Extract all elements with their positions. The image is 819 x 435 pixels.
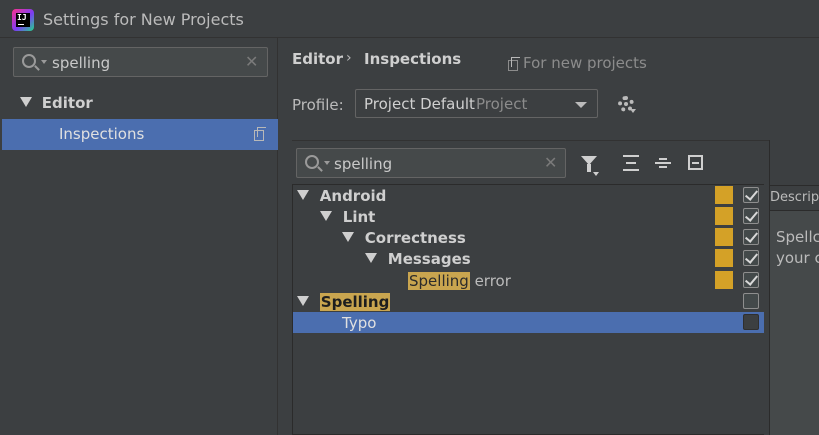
breadcrumb-separator: › (346, 50, 352, 66)
enable-checkbox-android[interactable] (743, 187, 759, 203)
expand-triangle-icon[interactable] (297, 190, 309, 200)
profile-name: Project Default (364, 95, 475, 113)
description-line: Spellchecks (776, 228, 819, 246)
inspection-search-value: spelling (334, 155, 393, 173)
clear-search-icon[interactable]: ✕ (544, 153, 557, 172)
profile-dropdown[interactable]: Project Default Project (355, 89, 598, 118)
inspection-label: error (469, 272, 511, 290)
enable-checkbox-spelling[interactable] (743, 293, 759, 309)
breadcrumb-editor[interactable]: Editor (292, 50, 343, 68)
severity-warning-icon (715, 186, 733, 204)
inspection-row-typo[interactable]: Typo (342, 313, 376, 334)
description-header: Description (770, 190, 819, 205)
reset-to-default-icon[interactable] (688, 155, 703, 170)
enable-checkbox-lint[interactable] (743, 208, 759, 224)
nav-tree-item-inspections[interactable]: Inspections (2, 119, 278, 150)
project-scope-icon (508, 57, 520, 71)
collapse-all-icon[interactable] (655, 155, 671, 171)
chevron-down-icon (575, 102, 587, 108)
filter-dropdown-icon[interactable] (593, 172, 599, 176)
expand-triangle-icon[interactable] (20, 97, 32, 107)
inspection-label: Lint (342, 208, 376, 226)
inspection-row-spelling-error[interactable]: Spelling error (408, 271, 511, 292)
inspection-label: Typo (342, 314, 377, 332)
inspection-row-lint[interactable]: Lint (320, 207, 375, 228)
profile-scope: Project (476, 95, 528, 113)
settings-navigation-pane: spelling ✕ Editor (0, 38, 278, 435)
inspection-row-android[interactable]: Android (297, 186, 386, 207)
description-header-area: Description (770, 140, 819, 205)
inspection-row-correctness[interactable]: Correctness (342, 228, 466, 249)
nav-tree-label: Editor (41, 94, 93, 112)
search-icon (305, 155, 319, 169)
inspection-label: Messages (387, 250, 471, 268)
severity-warning-icon (715, 228, 733, 246)
project-scope-icon (254, 127, 266, 141)
profile-label: Profile: (292, 96, 344, 114)
search-icon (22, 54, 36, 68)
expand-all-icon[interactable] (623, 155, 639, 171)
inspection-row-spelling[interactable]: Spelling (297, 292, 391, 313)
expand-triangle-icon[interactable] (365, 253, 377, 263)
search-match-highlight: Spelling (408, 272, 470, 290)
settings-search-value: spelling (52, 54, 111, 72)
search-history-dropdown-icon[interactable] (324, 161, 330, 165)
expand-triangle-icon[interactable] (320, 211, 332, 221)
severity-warning-icon (715, 271, 733, 289)
divider (292, 140, 819, 141)
search-history-dropdown-icon[interactable] (41, 60, 47, 64)
inspection-label: Android (319, 187, 387, 205)
enable-checkbox-correctness[interactable] (743, 229, 759, 245)
inspections-settings-pane: Editor › Inspections For new projects Pr… (279, 38, 819, 435)
settings-search-input[interactable]: spelling ✕ (13, 47, 268, 77)
expand-triangle-icon[interactable] (297, 296, 309, 306)
window-title: Settings for New Projects (43, 10, 244, 29)
breadcrumb-inspections: Inspections (364, 50, 462, 68)
filter-icon[interactable] (581, 156, 597, 172)
description-body: Spellchecks your code (770, 210, 819, 435)
scope-note: For new projects (523, 54, 647, 72)
severity-warning-icon (715, 207, 733, 225)
inspection-search-input[interactable]: spelling ✕ (296, 148, 566, 178)
severity-warning-icon (715, 249, 733, 267)
clear-search-icon[interactable]: ✕ (245, 52, 258, 71)
intellij-app-icon: IJ (12, 9, 34, 31)
description-panel: Description Spellchecks your code (769, 140, 819, 435)
gear-dropdown-icon[interactable] (630, 109, 636, 113)
enable-checkbox-spelling-error[interactable] (743, 272, 759, 288)
enable-checkbox-typo[interactable] (743, 314, 759, 330)
expand-triangle-icon[interactable] (342, 232, 354, 242)
nav-tree-label: Inspections (59, 125, 145, 143)
inspections-tree: Android Lint Correctness Messages Spelli… (292, 184, 764, 435)
description-line: your code (776, 249, 819, 267)
inspection-row-messages[interactable]: Messages (365, 249, 471, 270)
nav-tree-item-editor[interactable]: Editor (20, 93, 93, 114)
title-bar: IJ Settings for New Projects (0, 0, 819, 38)
inspection-label: Spelling (319, 293, 391, 311)
inspection-label: Correctness (364, 229, 466, 247)
enable-checkbox-messages[interactable] (743, 250, 759, 266)
